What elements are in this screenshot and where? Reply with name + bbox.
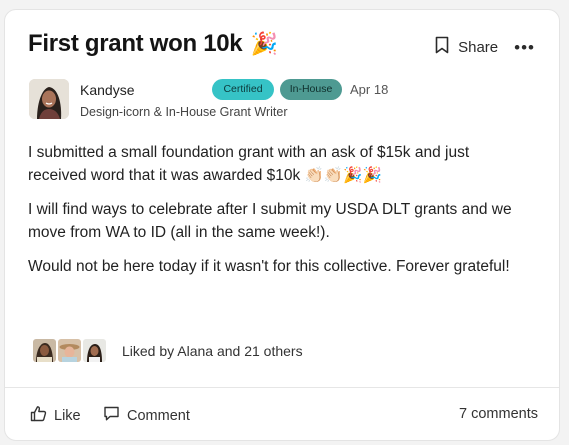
post-title: First grant won 10k 🎉 xyxy=(28,30,278,58)
comments-count-link[interactable]: 7 comments xyxy=(459,406,538,422)
post-paragraph: I submitted a small foundation grant wit… xyxy=(28,144,470,184)
comment-icon xyxy=(103,405,127,426)
bookmark-icon xyxy=(435,36,449,59)
post-card: First grant won 10k 🎉 Share ••• Kandyse … xyxy=(4,9,560,441)
author-role: Design-icorn & In-House Grant Writer xyxy=(80,105,288,119)
post-actions: Share ••• xyxy=(435,36,535,59)
party-emoji: 🎉 xyxy=(250,31,278,56)
comment-button[interactable]: Comment xyxy=(103,405,190,426)
post-title-text: First grant won 10k xyxy=(28,30,243,57)
share-button[interactable]: Share xyxy=(435,36,498,59)
like-label: Like xyxy=(54,407,81,424)
post-paragraph: I will find ways to celebrate after I su… xyxy=(28,201,512,241)
in-house-badge: In-House xyxy=(280,79,342,100)
like-button[interactable]: Like xyxy=(30,405,81,426)
certified-badge: Certified xyxy=(212,79,274,100)
liker-avatar xyxy=(31,337,58,364)
author-name[interactable]: Kandyse xyxy=(80,82,134,98)
post-body: I submitted a small foundation grant wit… xyxy=(28,141,528,289)
thumbs-up-icon xyxy=(30,405,54,426)
likes-row[interactable]: Liked by Alana and 21 others xyxy=(31,337,303,364)
comment-label: Comment xyxy=(127,407,190,424)
divider xyxy=(5,387,559,388)
liker-avatar xyxy=(81,337,108,364)
liker-avatar xyxy=(56,337,83,364)
share-label: Share xyxy=(458,39,499,56)
post-paragraph: Would not be here today if it wasn't for… xyxy=(28,258,510,275)
post-date: Apr 18 xyxy=(350,82,389,97)
likes-summary[interactable]: Liked by Alana and 21 others xyxy=(122,343,303,359)
more-icon[interactable]: ••• xyxy=(514,39,535,56)
author-avatar[interactable] xyxy=(29,79,69,119)
